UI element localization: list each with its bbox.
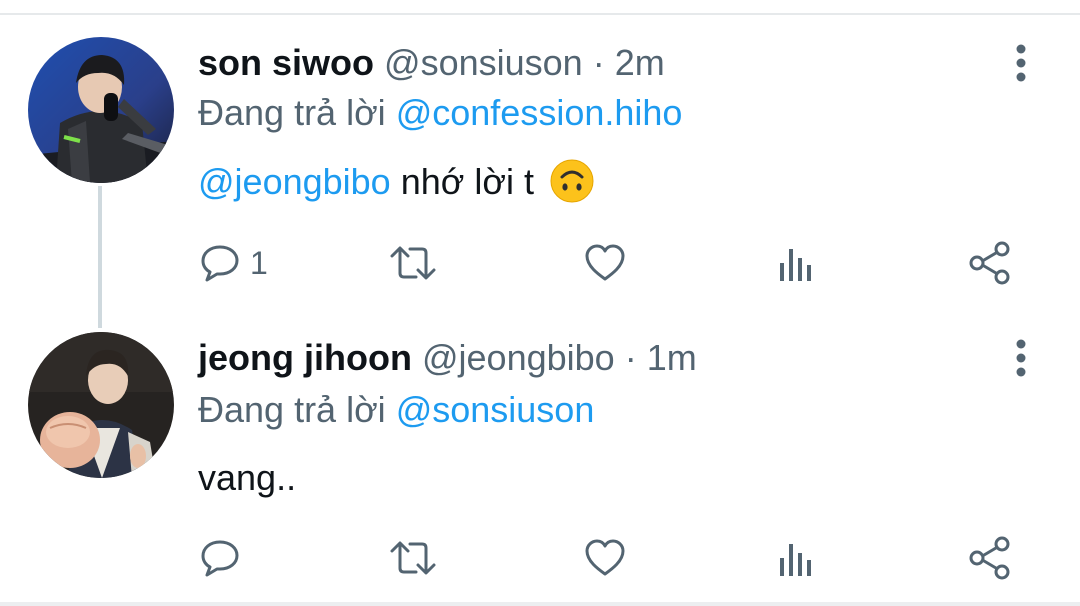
analytics-button[interactable] <box>778 238 816 288</box>
replying-to: Đang trả lời @confession.hiho <box>198 91 682 135</box>
timestamp[interactable]: 1m <box>647 337 697 378</box>
tweet-text: vang.. <box>198 456 296 500</box>
reply-button[interactable] <box>200 533 250 583</box>
analytics-icon <box>780 544 811 576</box>
separator: · <box>592 42 605 83</box>
tweet-header: son siwoo @sonsiuson · 2m <box>198 41 665 85</box>
timestamp[interactable]: 2m <box>615 42 665 83</box>
like-icon <box>585 539 625 576</box>
tweet-text: @jeongbibo nhớ lời t <box>198 159 594 204</box>
replying-to-mention[interactable]: @confession.hiho <box>396 92 683 133</box>
analytics-icon <box>780 249 811 281</box>
upside-down-face-emoji <box>550 159 594 203</box>
replying-to-mention[interactable]: @sonsiuson <box>396 389 595 430</box>
replying-to-label: Đang trả lời <box>198 92 386 133</box>
top-divider <box>0 13 1080 15</box>
share-icon <box>969 241 1010 285</box>
share-icon <box>969 536 1010 580</box>
separator: · <box>624 337 637 378</box>
analytics-button[interactable] <box>778 533 816 583</box>
more-options-icon <box>1016 339 1026 377</box>
bottom-divider <box>0 602 1080 606</box>
reply-icon <box>201 540 239 577</box>
tweet-actions <box>0 533 1080 583</box>
tweet-actions: 1 <box>0 238 1080 288</box>
username[interactable]: @sonsiuson <box>384 42 583 83</box>
more-options-icon <box>1016 44 1026 82</box>
username[interactable]: @jeongbibo <box>422 337 615 378</box>
tweet-header: jeong jihoon @jeongbibo · 1m <box>198 336 697 380</box>
retweet-icon <box>390 246 436 280</box>
replying-to: Đang trả lời @sonsiuson <box>198 388 594 432</box>
reply-icon <box>201 245 239 282</box>
display-name[interactable]: jeong jihoon <box>198 337 412 378</box>
share-button[interactable] <box>968 533 1012 583</box>
more-options-button[interactable] <box>1006 336 1036 380</box>
reply-button[interactable]: 1 <box>200 238 268 288</box>
display-name[interactable]: son siwoo <box>198 42 374 83</box>
more-options-button[interactable] <box>1006 41 1036 85</box>
retweet-button[interactable] <box>388 238 438 288</box>
avatar[interactable] <box>28 37 174 183</box>
body-text: vang.. <box>198 457 297 498</box>
share-button[interactable] <box>968 238 1012 288</box>
avatar[interactable] <box>28 332 174 478</box>
like-button[interactable] <box>584 533 626 583</box>
retweet-button[interactable] <box>388 533 438 583</box>
body-text: nhớ lời t <box>400 161 534 202</box>
like-button[interactable] <box>584 238 626 288</box>
body-mention[interactable]: @jeongbibo <box>198 161 391 202</box>
reply-count: 1 <box>250 244 268 281</box>
like-icon <box>585 244 625 281</box>
retweet-icon <box>390 541 436 575</box>
replying-to-label: Đang trả lời <box>198 389 386 430</box>
